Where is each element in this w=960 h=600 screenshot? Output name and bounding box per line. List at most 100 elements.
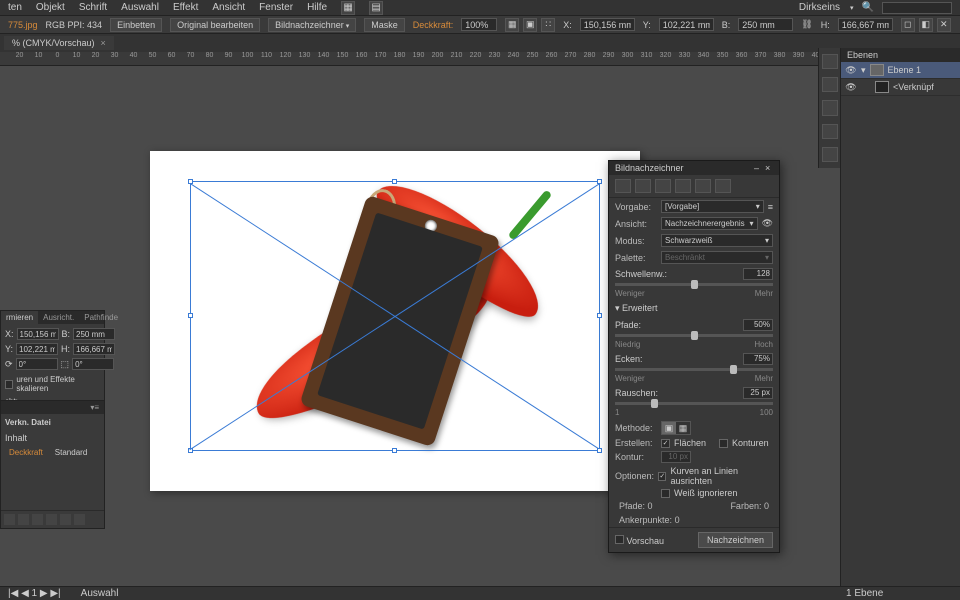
align-icon[interactable]: ▦ bbox=[505, 18, 519, 32]
new-fill-icon[interactable] bbox=[4, 514, 15, 525]
method-toggle[interactable]: ▣▦ bbox=[661, 421, 691, 435]
clear-icon[interactable] bbox=[46, 514, 57, 525]
opacity-tab[interactable]: Deckkraft bbox=[5, 447, 47, 458]
resize-handle[interactable] bbox=[188, 448, 193, 453]
panel-menu-icon[interactable]: ▾≡ bbox=[85, 401, 104, 414]
preset-highcolor-icon[interactable] bbox=[635, 179, 651, 193]
preset-auto-icon[interactable] bbox=[615, 179, 631, 193]
shear-input[interactable] bbox=[72, 358, 114, 370]
advanced-toggle[interactable]: ▾ Erweitert bbox=[609, 300, 779, 317]
tw-input[interactable] bbox=[73, 328, 115, 340]
mask-button[interactable]: Maske bbox=[364, 18, 405, 32]
new-stroke-icon[interactable] bbox=[18, 514, 29, 525]
isolate-icon[interactable]: ✕ bbox=[937, 18, 951, 32]
search-input[interactable] bbox=[882, 2, 952, 14]
eye-icon[interactable]: 👁 bbox=[762, 218, 773, 229]
resize-handle[interactable] bbox=[597, 313, 602, 318]
expand-icon[interactable]: ▾ bbox=[861, 65, 866, 76]
menu-item[interactable]: Fenster bbox=[259, 2, 293, 13]
x-input[interactable] bbox=[580, 18, 635, 31]
threshold-value[interactable]: 128 bbox=[743, 268, 773, 280]
angle-input[interactable] bbox=[16, 358, 58, 370]
preset-gray-icon[interactable] bbox=[675, 179, 691, 193]
resize-handle[interactable] bbox=[392, 179, 397, 184]
tab-align[interactable]: Ausricht. bbox=[38, 311, 79, 324]
layout-icon[interactable]: ▦ bbox=[341, 1, 355, 15]
mode-select[interactable]: Schwarzweiß▾ bbox=[661, 234, 773, 247]
paths-value[interactable]: 50% bbox=[743, 319, 773, 331]
visibility-icon[interactable]: 👁 bbox=[845, 65, 857, 76]
selection-bounding-box[interactable] bbox=[190, 181, 600, 451]
y-input[interactable] bbox=[659, 18, 714, 31]
transparency-panel-icon[interactable] bbox=[822, 147, 838, 162]
close-icon[interactable]: × bbox=[765, 163, 773, 171]
image-trace-button[interactable]: Bildnachzeichner bbox=[268, 18, 356, 32]
standard-tab[interactable]: Standard bbox=[51, 447, 91, 458]
preset-bw-icon[interactable] bbox=[695, 179, 711, 193]
edit-original-button[interactable]: Original bearbeiten bbox=[170, 18, 260, 32]
gradient-panel-icon[interactable] bbox=[822, 124, 838, 139]
reference-point-icon[interactable]: ∷ bbox=[541, 18, 555, 32]
preset-outline-icon[interactable] bbox=[715, 179, 731, 193]
ty-input[interactable] bbox=[16, 343, 58, 355]
paths-slider[interactable] bbox=[615, 334, 773, 337]
swatches-panel-icon[interactable] bbox=[822, 77, 838, 92]
resize-handle[interactable] bbox=[188, 179, 193, 184]
menu-item[interactable]: Auswahl bbox=[121, 2, 159, 13]
menu-item[interactable]: Effekt bbox=[173, 2, 198, 13]
resize-handle[interactable] bbox=[597, 448, 602, 453]
ignore-white-checkbox[interactable] bbox=[661, 489, 670, 498]
fills-checkbox[interactable]: ✓ bbox=[661, 439, 670, 448]
preset-lowcolor-icon[interactable] bbox=[655, 179, 671, 193]
document-tab[interactable]: % (CMYK/Vorschau) × bbox=[4, 36, 114, 50]
arrange-icon[interactable]: ▤ bbox=[369, 1, 383, 15]
user-menu-icon[interactable] bbox=[848, 2, 854, 13]
menu-item[interactable]: ten bbox=[8, 2, 22, 13]
threshold-slider[interactable] bbox=[615, 283, 773, 286]
corners-slider[interactable] bbox=[615, 368, 773, 371]
tab-transform[interactable]: rmieren bbox=[1, 311, 38, 324]
collapse-icon[interactable]: – bbox=[754, 163, 762, 171]
method-overlap-icon[interactable]: ▦ bbox=[676, 422, 690, 434]
transform-icon[interactable]: ▣ bbox=[523, 18, 537, 32]
trace-button[interactable]: Nachzeichnen bbox=[698, 532, 773, 548]
shape2-icon[interactable]: ◧ bbox=[919, 18, 933, 32]
opacity-input[interactable] bbox=[461, 18, 497, 31]
menu-item[interactable]: Ansicht bbox=[212, 2, 245, 13]
shape-icon[interactable]: ◻ bbox=[901, 18, 915, 32]
embed-button[interactable]: Einbetten bbox=[110, 18, 162, 32]
corners-value[interactable]: 75% bbox=[743, 353, 773, 365]
menu-item[interactable]: Schrift bbox=[79, 2, 107, 13]
menu-item[interactable]: Hilfe bbox=[307, 2, 327, 13]
w-input[interactable] bbox=[738, 18, 793, 31]
layer-row[interactable]: 👁 <Verknüpf bbox=[841, 79, 960, 96]
color-panel-icon[interactable] bbox=[822, 54, 838, 69]
snap-checkbox[interactable]: ✓ bbox=[658, 472, 666, 481]
tab-pathfinder[interactable]: Pathfinde bbox=[79, 311, 123, 324]
view-select[interactable]: Nachzeichnerergebnis▾ bbox=[661, 217, 758, 230]
preset-menu-icon[interactable]: ≡ bbox=[768, 202, 773, 212]
h-input[interactable] bbox=[838, 18, 893, 31]
method-abutting-icon[interactable]: ▣ bbox=[662, 422, 676, 434]
dup-icon[interactable] bbox=[60, 514, 71, 525]
noise-slider[interactable] bbox=[615, 402, 773, 405]
trash-icon[interactable] bbox=[74, 514, 85, 525]
link-wh-icon[interactable]: ⛓ bbox=[801, 19, 812, 30]
layer-row[interactable]: 👁 ▾ Ebene 1 bbox=[841, 62, 960, 79]
visibility-icon[interactable]: 👁 bbox=[845, 82, 857, 93]
stroke-panel-icon[interactable] bbox=[822, 100, 838, 115]
preset-select[interactable]: [Vorgabe]▾ bbox=[661, 200, 764, 213]
close-tab-icon[interactable]: × bbox=[101, 38, 106, 48]
strokes-checkbox[interactable] bbox=[719, 439, 728, 448]
artboard-nav[interactable]: |◀ ◀ 1 ▶ ▶| bbox=[8, 588, 61, 599]
resize-handle[interactable] bbox=[392, 448, 397, 453]
th-input[interactable] bbox=[73, 343, 115, 355]
resize-handle[interactable] bbox=[188, 313, 193, 318]
menu-item[interactable]: Objekt bbox=[36, 2, 65, 13]
fx-icon[interactable] bbox=[32, 514, 43, 525]
noise-value[interactable]: 25 px bbox=[743, 387, 773, 399]
scale-strokes-checkbox[interactable] bbox=[5, 380, 13, 389]
preview-checkbox[interactable] bbox=[615, 535, 624, 544]
resize-handle[interactable] bbox=[597, 179, 602, 184]
tx-input[interactable] bbox=[17, 328, 59, 340]
